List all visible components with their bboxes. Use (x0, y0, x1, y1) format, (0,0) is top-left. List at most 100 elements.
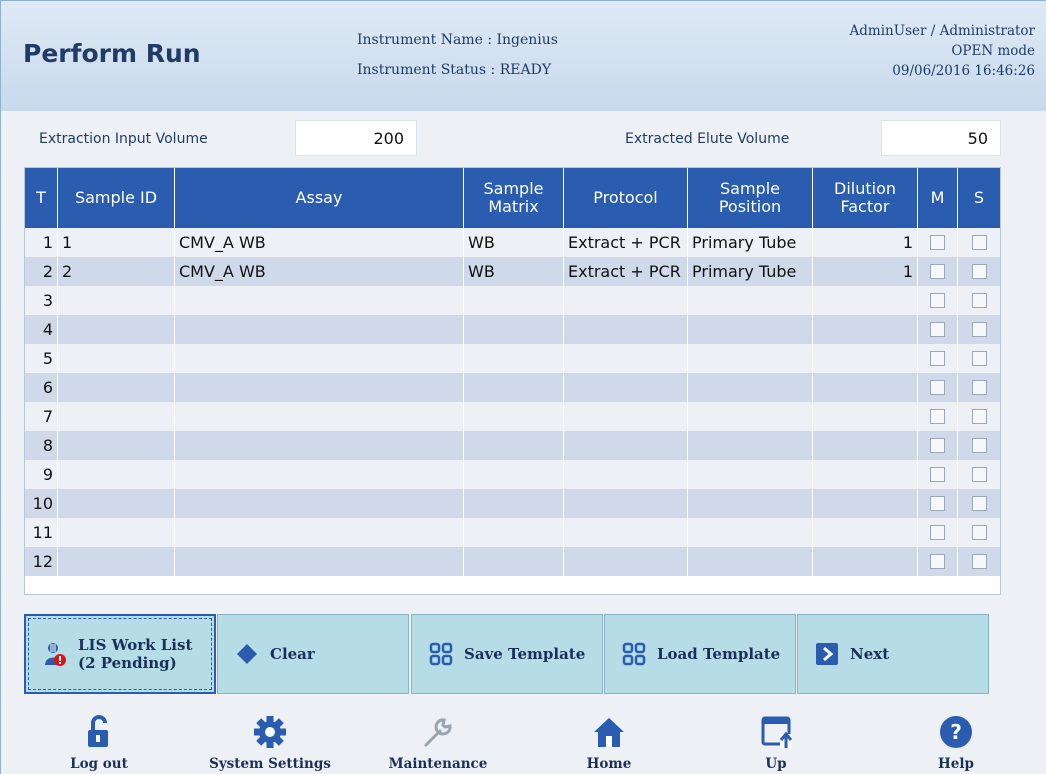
cell-assay[interactable] (175, 460, 464, 489)
cell-sample-id[interactable] (58, 315, 175, 344)
cell-t[interactable]: 3 (25, 286, 58, 315)
cell-position[interactable] (688, 402, 813, 431)
cell-dilution[interactable] (813, 286, 918, 315)
s-checkbox[interactable] (971, 409, 987, 424)
cell-dilution[interactable]: 1 (813, 228, 918, 257)
cell-assay[interactable] (175, 344, 464, 373)
cell-position[interactable] (688, 315, 813, 344)
cell-matrix[interactable] (464, 489, 564, 518)
cell-sample-id[interactable] (58, 547, 175, 576)
cell-assay[interactable] (175, 373, 464, 402)
cell-position[interactable] (688, 431, 813, 460)
m-checkbox[interactable] (930, 496, 945, 511)
table-row[interactable]: 4 (25, 315, 1000, 344)
cell-t[interactable]: 12 (25, 547, 58, 576)
table-row[interactable]: 2 2 CMV_A WB WB Extract + PCR Primary Tube 1 (25, 257, 1000, 286)
cell-sample-id[interactable]: 1 (58, 228, 175, 257)
s-checkbox[interactable] (971, 438, 987, 453)
cell-matrix[interactable]: WB (464, 228, 564, 257)
cell-matrix[interactable]: WB (464, 257, 564, 286)
cell-dilution[interactable] (813, 460, 918, 489)
cell-assay[interactable] (175, 315, 464, 344)
s-checkbox[interactable] (971, 322, 987, 337)
m-checkbox[interactable] (930, 351, 945, 366)
cell-t[interactable]: 11 (25, 518, 58, 547)
cell-dilution[interactable] (813, 315, 918, 344)
cell-t[interactable]: 8 (25, 431, 58, 460)
cell-matrix[interactable] (464, 315, 564, 344)
cell-t[interactable]: 4 (25, 315, 58, 344)
cell-protocol[interactable] (564, 547, 688, 576)
cell-dilution[interactable] (813, 344, 918, 373)
cell-assay[interactable] (175, 547, 464, 576)
cell-matrix[interactable] (464, 286, 564, 315)
table-row[interactable]: 11 (25, 518, 1000, 547)
cell-protocol[interactable] (564, 431, 688, 460)
s-checkbox[interactable] (971, 351, 987, 366)
table-row[interactable]: 10 (25, 489, 1000, 518)
m-checkbox[interactable] (930, 264, 945, 279)
cell-matrix[interactable] (464, 344, 564, 373)
cell-protocol[interactable] (564, 286, 688, 315)
cell-t[interactable]: 1 (25, 228, 58, 257)
cell-protocol[interactable]: Extract + PCR (564, 228, 688, 257)
table-row[interactable]: 7 (25, 402, 1000, 431)
table-row[interactable]: 8 (25, 431, 1000, 460)
table-row[interactable]: 9 (25, 460, 1000, 489)
help-nav[interactable]: ? Help (886, 714, 1026, 774)
cell-dilution[interactable] (813, 402, 918, 431)
m-checkbox[interactable] (930, 467, 945, 482)
cell-t[interactable]: 10 (25, 489, 58, 518)
up-nav[interactable]: Up (706, 714, 846, 774)
extraction-input-field[interactable]: 200 (295, 120, 417, 156)
m-checkbox[interactable] (930, 293, 945, 308)
cell-protocol[interactable]: Extract + PCR (564, 257, 688, 286)
cell-position[interactable] (688, 489, 813, 518)
table-row[interactable]: 6 (25, 373, 1000, 402)
s-checkbox[interactable] (971, 380, 987, 395)
home-nav[interactable]: Home (539, 714, 679, 774)
cell-dilution[interactable]: 1 (813, 257, 918, 286)
m-checkbox[interactable] (930, 438, 945, 453)
cell-protocol[interactable] (564, 402, 688, 431)
cell-position[interactable] (688, 547, 813, 576)
cell-assay[interactable]: CMV_A WB (175, 257, 464, 286)
cell-protocol[interactable] (564, 315, 688, 344)
cell-matrix[interactable] (464, 402, 564, 431)
s-checkbox[interactable] (971, 467, 987, 482)
cell-sample-id[interactable] (58, 402, 175, 431)
clear-button[interactable]: Clear (217, 614, 409, 694)
cell-matrix[interactable] (464, 431, 564, 460)
next-button[interactable]: Next (797, 614, 989, 694)
table-row[interactable]: 12 (25, 547, 1000, 576)
save-template-button[interactable]: Save Template (411, 614, 603, 694)
s-checkbox[interactable] (971, 525, 987, 540)
cell-dilution[interactable] (813, 518, 918, 547)
cell-position[interactable] (688, 518, 813, 547)
cell-dilution[interactable] (813, 373, 918, 402)
cell-assay[interactable] (175, 518, 464, 547)
cell-matrix[interactable] (464, 518, 564, 547)
m-checkbox[interactable] (930, 235, 945, 250)
cell-protocol[interactable] (564, 489, 688, 518)
s-checkbox[interactable] (971, 554, 987, 569)
cell-protocol[interactable] (564, 373, 688, 402)
system-settings-nav[interactable]: System Settings (200, 714, 340, 774)
cell-position[interactable] (688, 344, 813, 373)
load-template-button[interactable]: Load Template (604, 614, 796, 694)
cell-assay[interactable] (175, 489, 464, 518)
cell-position[interactable]: Primary Tube (688, 228, 813, 257)
table-row[interactable]: 3 (25, 286, 1000, 315)
cell-position[interactable] (688, 373, 813, 402)
s-checkbox[interactable] (971, 235, 987, 250)
s-checkbox[interactable] (971, 293, 987, 308)
m-checkbox[interactable] (930, 380, 945, 395)
cell-sample-id[interactable] (58, 344, 175, 373)
cell-sample-id[interactable] (58, 431, 175, 460)
cell-protocol[interactable] (564, 518, 688, 547)
cell-dilution[interactable] (813, 431, 918, 460)
cell-position[interactable] (688, 460, 813, 489)
m-checkbox[interactable] (930, 409, 945, 424)
cell-t[interactable]: 6 (25, 373, 58, 402)
cell-sample-id[interactable] (58, 518, 175, 547)
